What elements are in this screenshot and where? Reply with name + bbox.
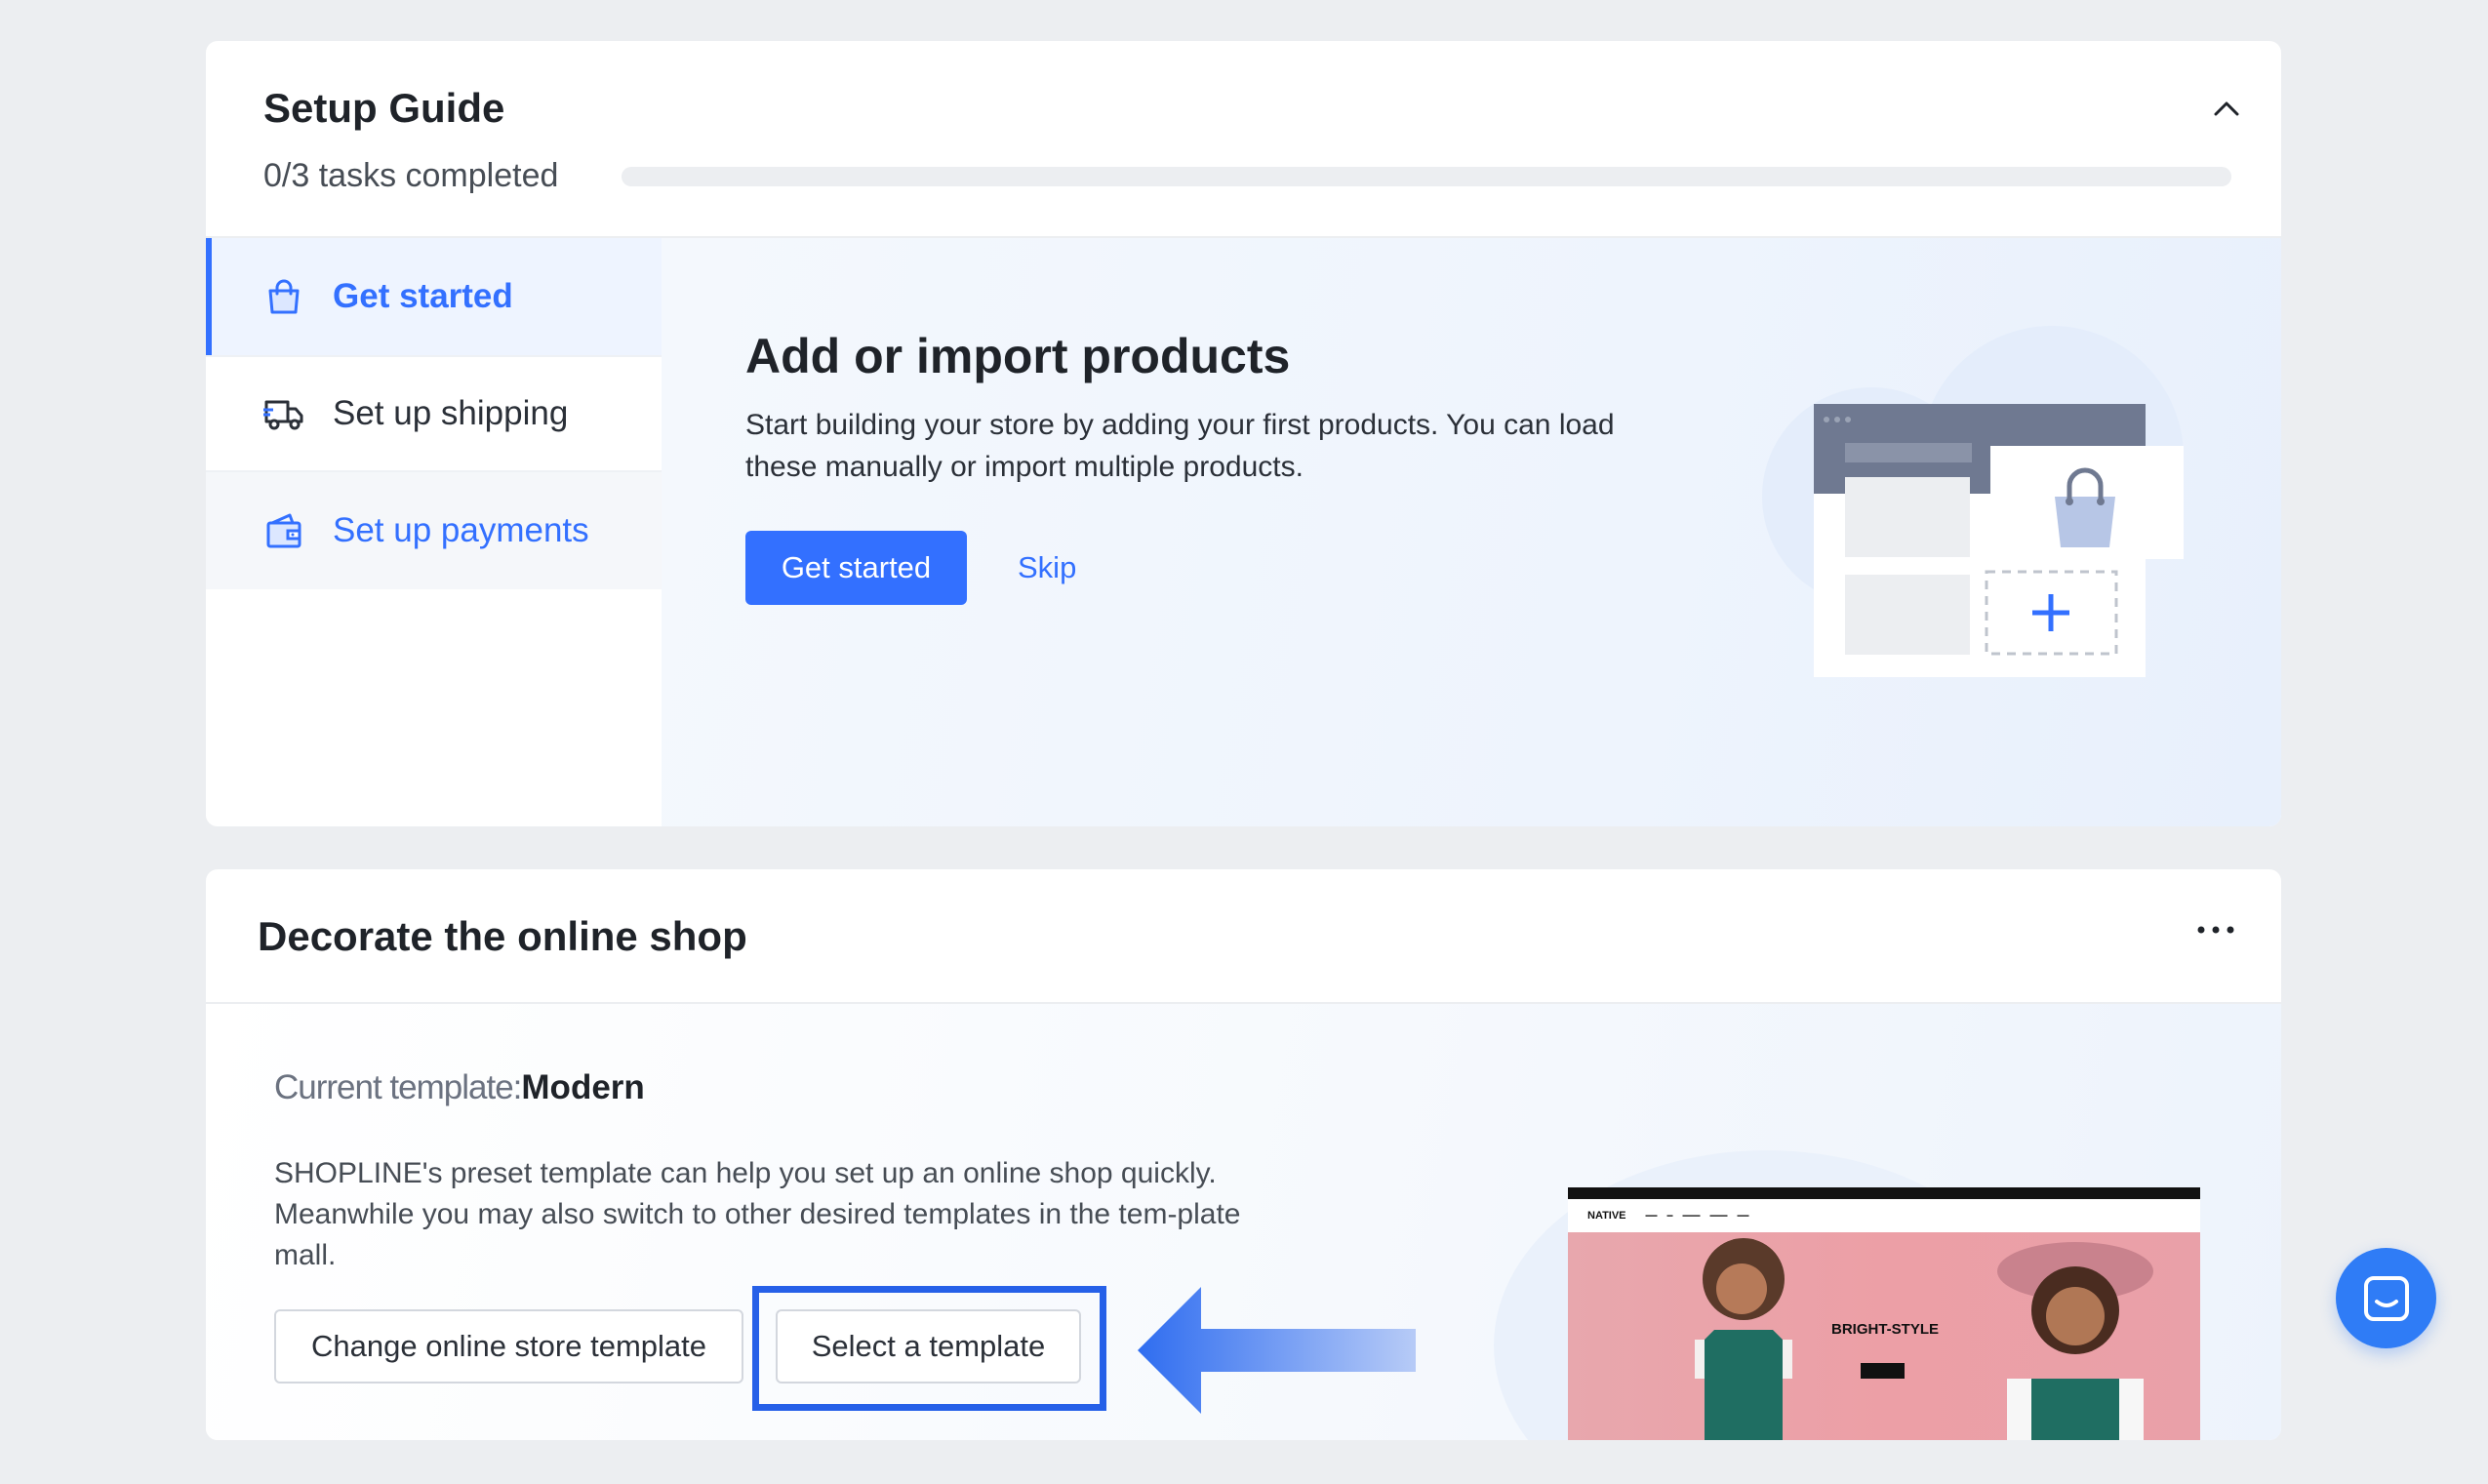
current-template-label: Current template: <box>274 1068 522 1106</box>
change-template-button[interactable]: Change online store template <box>274 1309 743 1384</box>
select-template-button[interactable]: Select a template <box>776 1309 1081 1384</box>
preview-shop-now-button <box>1861 1363 1905 1379</box>
chat-icon <box>2363 1275 2409 1321</box>
preview-hero: BRIGHT-STYLE <box>1568 1232 2200 1440</box>
preview-logo: NATIVE <box>1587 1210 1626 1222</box>
task-title: Add or import products <box>745 329 1291 383</box>
preview-menu-item: ▬▬ <box>1645 1213 1658 1219</box>
progress-bar <box>622 167 2231 186</box>
tab-label: Set up shipping <box>333 394 569 432</box>
add-products-illustration <box>1762 326 2184 677</box>
preview-menu-item: ▬▬▬ <box>1682 1213 1701 1219</box>
tab-label: Get started <box>333 277 513 315</box>
collapse-button[interactable] <box>2202 84 2251 133</box>
delivery-truck-icon <box>262 392 305 435</box>
preview-menu-item: ▬▬▬ <box>1709 1213 1728 1219</box>
current-template-value: Modern <box>521 1068 645 1106</box>
preview-announcement-bar <box>1568 1187 2200 1199</box>
decorate-shop-card: Decorate the online shop Current templat… <box>206 869 2281 1440</box>
tab-get-started[interactable]: Get started <box>206 238 662 355</box>
current-template: Current template:Modern <box>274 1068 645 1107</box>
template-preview-image: NATIVE ▬▬ ▬ ▬▬▬ ▬▬▬ ▬▬ BRIGHT-STYLE <box>1568 1187 2200 1440</box>
decorate-title: Decorate the online shop <box>258 913 747 959</box>
get-started-button[interactable]: Get started <box>745 531 967 605</box>
preview-menu-item: ▬ <box>1666 1213 1673 1219</box>
preview-nav: NATIVE ▬▬ ▬ ▬▬▬ ▬▬▬ ▬▬ <box>1568 1199 2200 1232</box>
wallet-icon <box>262 509 305 552</box>
tab-set-up-payments[interactable]: Set up payments <box>206 472 662 589</box>
shopping-bag-icon <box>262 275 305 318</box>
setup-guide-card: Setup Guide 0/3 tasks completed Get star… <box>206 41 2281 826</box>
more-options-button[interactable] <box>2187 910 2245 949</box>
decorate-description: SHOPLINE's preset template can help you … <box>274 1157 1241 1271</box>
tab-label: Set up payments <box>333 511 589 549</box>
setup-tabs: Get started Set up shipping Set up payme… <box>206 238 662 826</box>
preview-hero-heading: BRIGHT-STYLE <box>1830 1321 1939 1338</box>
task-description: Start building your store by adding your… <box>745 409 1615 483</box>
progress-text: 0/3 tasks completed <box>263 157 559 194</box>
pointer-arrow-icon <box>1138 1287 1416 1414</box>
chevron-up-icon <box>2214 101 2239 116</box>
skip-link[interactable]: Skip <box>1018 531 1076 605</box>
decorate-body: Current template:Modern SHOPLINE's prese… <box>206 1004 2281 1440</box>
preview-menu-item: ▬▬ <box>1737 1213 1749 1219</box>
more-horizontal-icon <box>2197 926 2234 934</box>
chat-support-button[interactable] <box>2336 1248 2436 1348</box>
task-panel: Add or import products Start building yo… <box>662 238 2281 826</box>
setup-guide-title: Setup Guide <box>263 85 505 131</box>
tab-set-up-shipping[interactable]: Set up shipping <box>206 355 662 472</box>
